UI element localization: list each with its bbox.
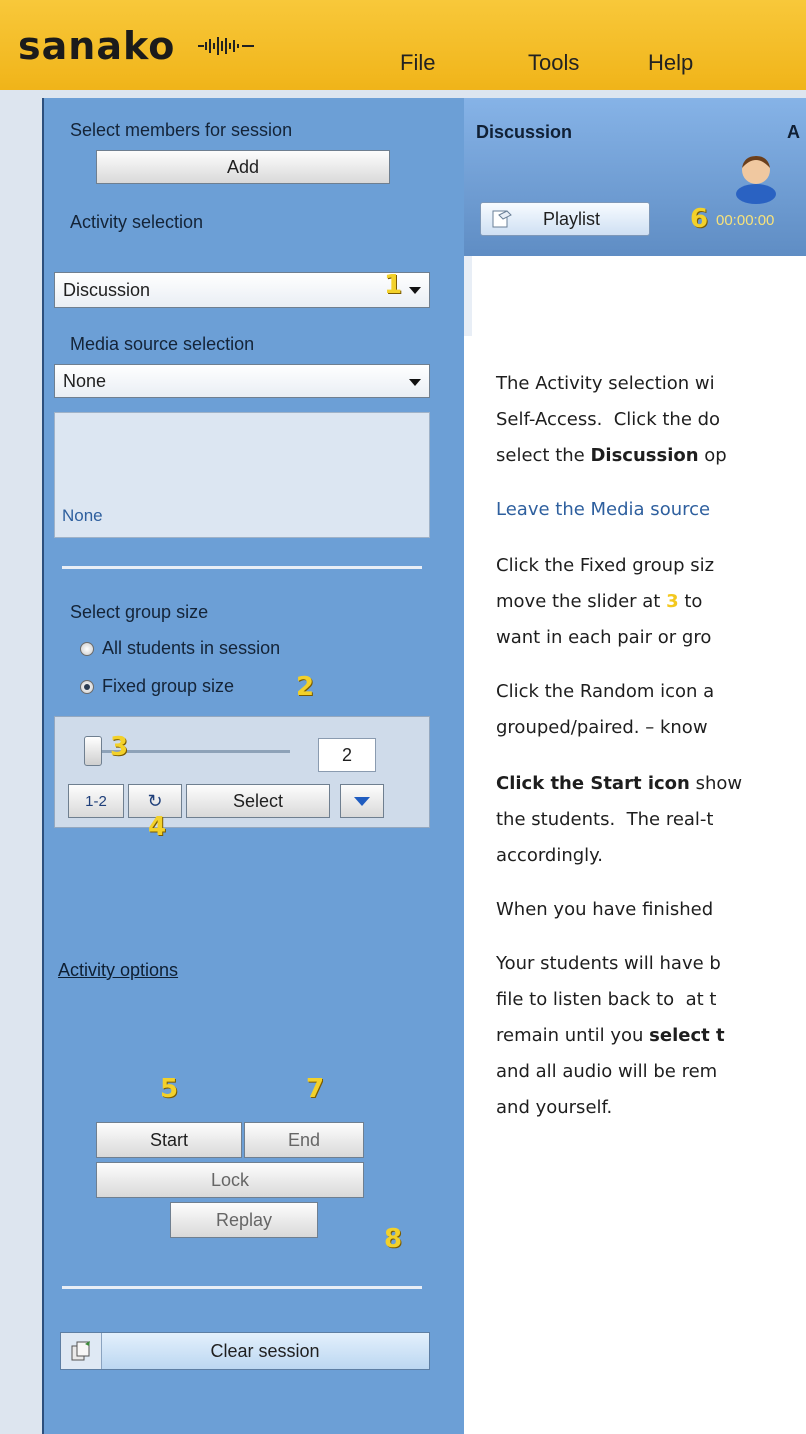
radio-fixed-group-size[interactable] (80, 680, 94, 694)
menu-tools[interactable]: Tools (528, 50, 579, 76)
session-timer: 00:00:00 (716, 212, 775, 229)
menu-file[interactable]: File (400, 50, 435, 76)
marker-2: 2 (296, 672, 315, 702)
instruction-line: and yourself. (496, 1097, 613, 1118)
instruction-line-media: Leave the Media source (496, 499, 711, 520)
instruction-line: file to listen back to at t (496, 989, 717, 1010)
select-members-label: Select members for session (70, 120, 293, 140)
audio-wave-icon (198, 37, 254, 55)
add-members-button[interactable]: Add (96, 150, 390, 184)
instruction-line: the students. The real-t (496, 809, 714, 830)
student-name-partial: A (787, 122, 800, 142)
divider (62, 566, 422, 569)
activity-options-link[interactable]: Activity options (58, 960, 178, 981)
instruction-line: Click the Start icon show (496, 773, 743, 794)
group-size-value-field[interactable]: 2 (318, 738, 376, 772)
group-size-label: Select group size (70, 602, 209, 622)
clear-session-button[interactable]: Clear session (60, 1332, 430, 1370)
end-button[interactable]: End (244, 1122, 364, 1158)
radio-fixed-group-size-label: Fixed group size (102, 676, 235, 696)
instruction-line: remain until you select t (496, 1025, 725, 1046)
marker-6: 6 (690, 204, 709, 234)
start-button[interactable]: Start (96, 1122, 242, 1158)
sanako-logo: sanako (18, 24, 176, 68)
media-preview-text: None (62, 506, 103, 525)
instruction-line: grouped/paired. – know (496, 717, 708, 738)
marker-4: 4 (148, 812, 167, 842)
chevron-down-icon (409, 287, 421, 294)
radio-all-students-label: All students in session (102, 638, 281, 658)
clear-session-label: Clear session (210, 1340, 320, 1361)
group-options-dropdown[interactable] (340, 784, 384, 818)
media-source-select[interactable]: None (54, 364, 430, 398)
marker-1: 1 (384, 270, 403, 300)
chevron-down-icon (354, 796, 370, 806)
playlist-tab[interactable]: Playlist (480, 202, 650, 236)
activity-select-value: Discussion (63, 279, 151, 300)
instruction-line: Click the Fixed group siz (496, 555, 715, 576)
instruction-line: move the slider at 3 to (496, 591, 703, 612)
replay-button[interactable]: Replay (170, 1202, 318, 1238)
chevron-down-icon (409, 379, 421, 386)
inline-marker-3: 3 (666, 591, 679, 612)
instruction-line: accordingly. (496, 845, 603, 866)
marker-5: 5 (160, 1074, 179, 1104)
instruction-line: Click the Random icon a (496, 681, 715, 702)
instruction-line: want in each pair or gro (496, 627, 712, 648)
marker-3: 3 (110, 732, 129, 762)
one-two-button[interactable]: 1-2 (68, 784, 124, 818)
instruction-line: Self-Access. Click the do (496, 409, 721, 430)
lock-button[interactable]: Lock (96, 1162, 364, 1198)
activity-select[interactable]: Discussion (54, 272, 430, 308)
playlist-tab-label: Playlist (543, 209, 601, 229)
student-avatar-icon (736, 156, 776, 204)
clear-session-icon (61, 1333, 102, 1369)
select-group-button[interactable]: Select (186, 784, 330, 818)
instruction-line: When you have finished (496, 899, 714, 920)
divider (62, 1286, 422, 1289)
media-source-label: Media source selection (70, 334, 255, 354)
activity-selection-label: Activity selection (70, 212, 204, 232)
marker-7: 7 (306, 1074, 325, 1104)
group-size-slider-handle[interactable] (84, 736, 102, 766)
instruction-line: select the Discussion op (496, 445, 727, 466)
instruction-line: Your students will have b (496, 953, 721, 974)
instruction-line: The Activity selection wi (496, 373, 715, 394)
media-preview-box (54, 412, 430, 538)
radio-all-students[interactable] (80, 642, 94, 656)
marker-8: 8 (384, 1224, 403, 1254)
menu-help[interactable]: Help (648, 50, 693, 76)
session-title: Discussion (476, 122, 573, 142)
playlist-icon (492, 210, 512, 228)
instruction-line: and all audio will be rem (496, 1061, 718, 1082)
panel-edge (464, 256, 472, 336)
media-source-value: None (63, 370, 107, 391)
